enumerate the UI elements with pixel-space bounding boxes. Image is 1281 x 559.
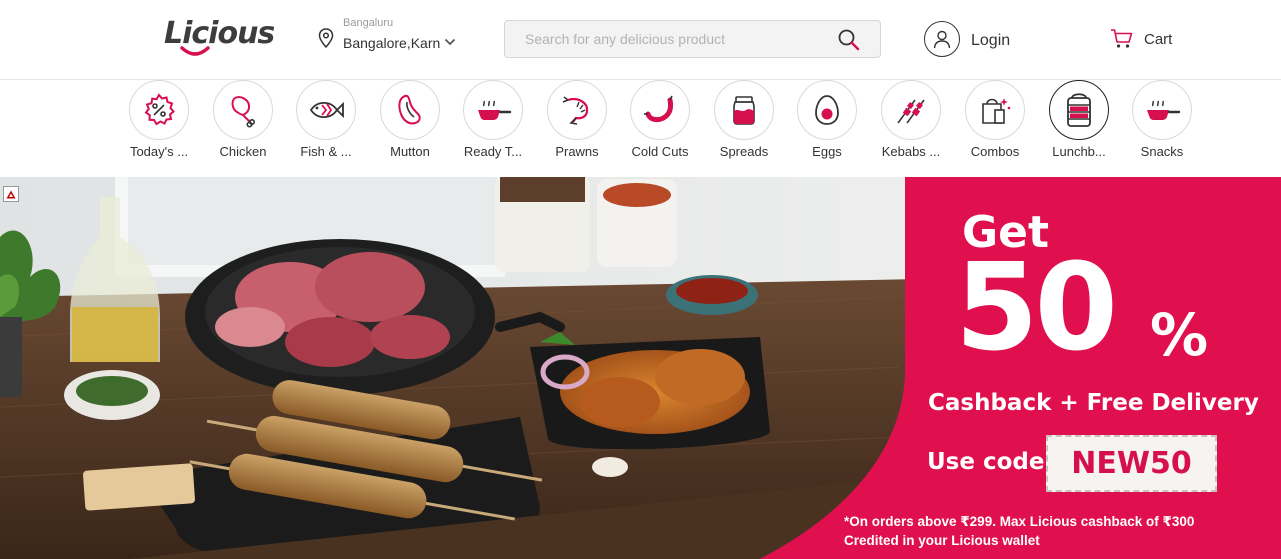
snack-pan-icon <box>1147 100 1181 120</box>
category-kebabs[interactable]: Kebabs ... <box>871 80 951 176</box>
category-label: Spreads <box>719 144 769 159</box>
category-label: Eggs <box>812 144 842 159</box>
promo-discount: 50 <box>955 239 1118 378</box>
promo-banner[interactable]: Get 50 % Cashback + Free Delivery Use co… <box>0 177 1281 559</box>
login-button[interactable]: Login <box>924 21 1024 59</box>
location-area: Bangalore,Karn <box>343 35 441 51</box>
location-pin-icon <box>318 28 334 48</box>
category-todays-deals[interactable]: Today's ... <box>119 80 199 176</box>
promo-terms-line2: Credited in your Licious wallet <box>844 533 1040 548</box>
promo-percent: % <box>1150 301 1209 369</box>
category-ready-to-cook[interactable]: Ready T... <box>453 80 533 176</box>
category-label: Snacks <box>1140 144 1184 159</box>
bag-icon <box>982 98 1011 124</box>
promo-terms-line1: *On orders above ₹299. Max Licious cashb… <box>844 514 1195 529</box>
search-box <box>504 20 881 58</box>
skewer-icon <box>897 99 925 124</box>
search-icon[interactable] <box>837 28 861 52</box>
category-label: Combos <box>970 144 1020 159</box>
pan-icon <box>478 100 512 120</box>
jar-icon <box>733 96 755 125</box>
use-code-label: Use code <box>927 449 1045 475</box>
category-label: Mutton <box>390 144 430 159</box>
chevron-down-icon <box>444 38 456 46</box>
promo-subtitle: Cashback + Free Delivery <box>928 390 1259 416</box>
category-prawns[interactable]: Prawns <box>537 80 617 176</box>
category-cold-cuts[interactable]: Cold Cuts <box>620 80 700 176</box>
user-avatar-icon <box>924 21 960 57</box>
logo-text: Licious <box>164 16 275 51</box>
header: Licious Bangaluru Bangalore,Karn Login <box>0 0 1281 80</box>
prawn-icon <box>562 96 589 125</box>
category-label: Fish & ... <box>300 144 352 159</box>
category-fish-seafood[interactable]: Fish & ... <box>286 80 366 176</box>
discount-badge-icon <box>144 93 175 126</box>
mutton-icon <box>398 94 421 125</box>
login-label: Login <box>971 32 1011 49</box>
category-mutton[interactable]: Mutton <box>370 80 450 176</box>
fish-icon <box>309 101 344 119</box>
category-chicken[interactable]: Chicken <box>203 80 283 176</box>
category-label: Lunchb... <box>1052 144 1106 159</box>
category-lunchbox[interactable]: Lunchb... <box>1039 80 1119 176</box>
cart-label: Cart <box>1144 31 1173 48</box>
category-bar: Today's ... Chicken Fish & ... Mutton Re… <box>0 80 1281 176</box>
logo-smile-icon <box>180 46 210 56</box>
category-combos[interactable]: Combos <box>955 80 1035 176</box>
lunchbox-icon <box>1067 93 1091 127</box>
category-label: Prawns <box>555 144 599 159</box>
location-selector[interactable]: Bangaluru Bangalore,Karn <box>318 16 478 60</box>
category-label: Ready T... <box>463 144 523 159</box>
location-city: Bangaluru <box>343 17 394 29</box>
cart-icon <box>1111 29 1133 48</box>
category-label: Cold Cuts <box>631 144 689 159</box>
category-label: Kebabs ... <box>881 144 941 159</box>
promo-text: Get 50 % Cashback + Free Delivery Use co… <box>0 177 1281 559</box>
category-label: Today's ... <box>129 144 189 159</box>
search-input[interactable] <box>505 21 825 57</box>
promo-code: NEW50 <box>1046 435 1217 492</box>
category-label: Chicken <box>219 144 267 159</box>
chicken-leg-icon <box>231 96 255 128</box>
licious-logo[interactable]: Licious <box>164 14 275 60</box>
sausage-icon <box>644 95 674 123</box>
category-snacks[interactable]: Snacks <box>1122 80 1202 176</box>
cart-button[interactable]: Cart <box>1110 28 1180 54</box>
category-spreads[interactable]: Spreads <box>704 80 784 176</box>
egg-icon <box>815 95 839 125</box>
category-eggs[interactable]: Eggs <box>787 80 867 176</box>
